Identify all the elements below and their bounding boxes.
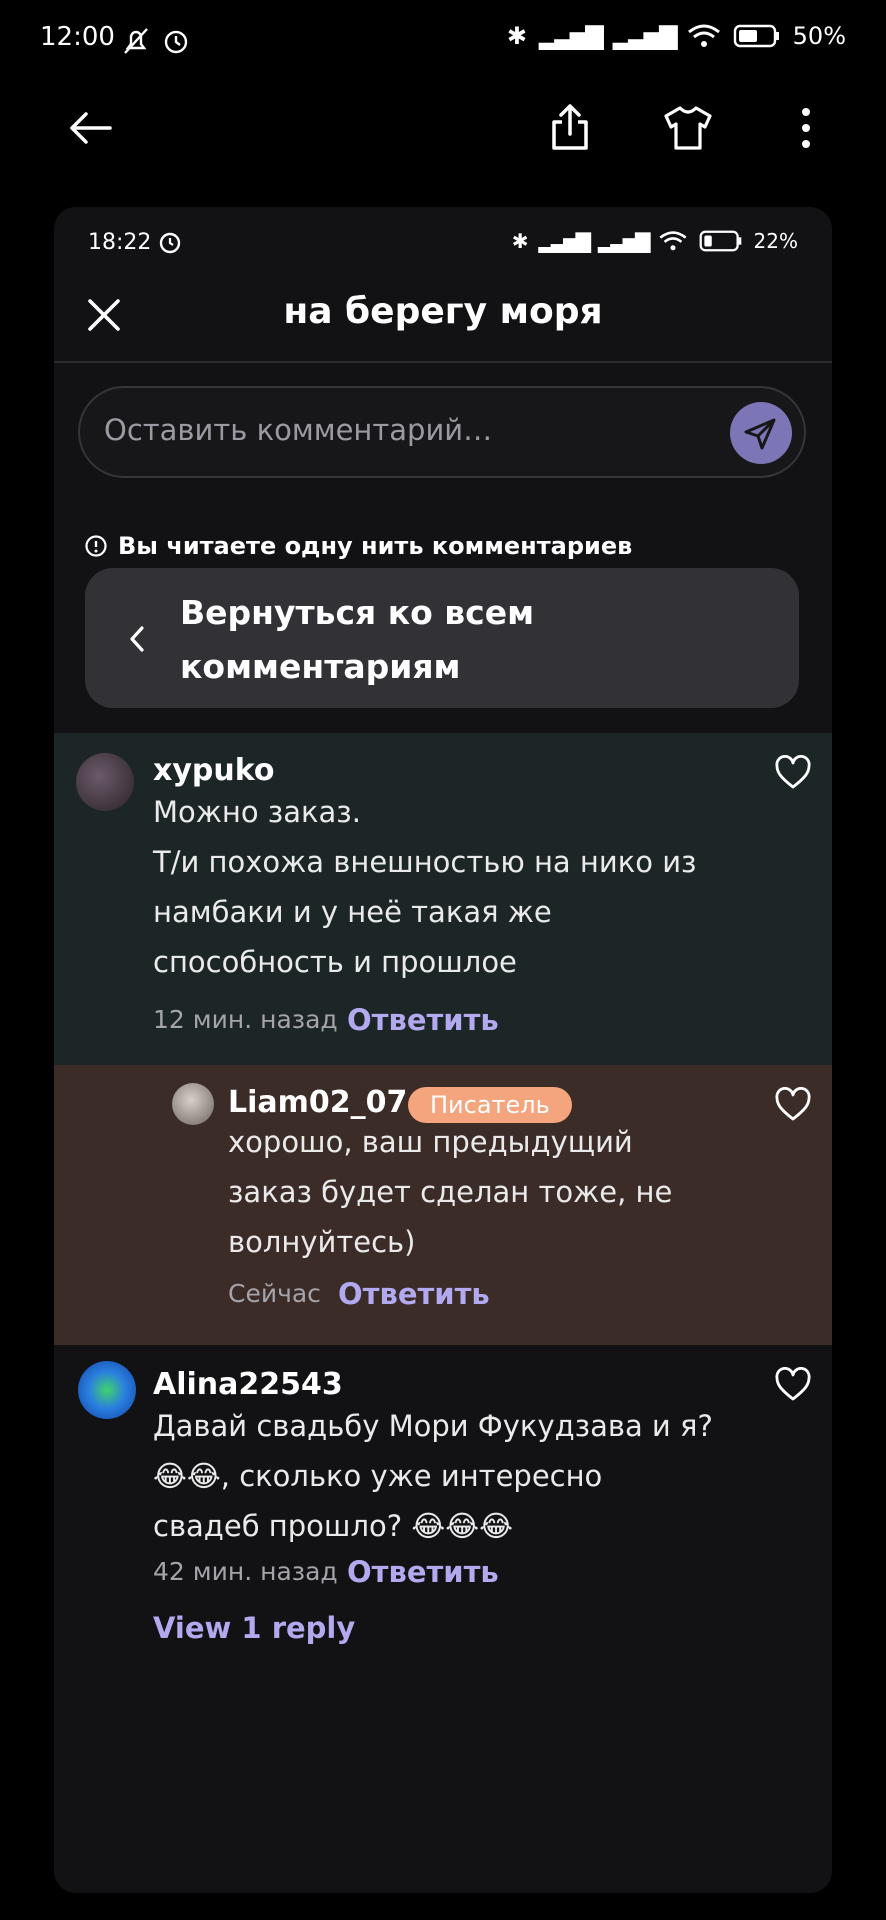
- share-icon[interactable]: [542, 100, 598, 156]
- back-arrow-icon[interactable]: [62, 100, 118, 156]
- status-right: ✱ ▂▃▅▇ ▂▃▅▇ 50%: [507, 22, 846, 50]
- reply-item: Liam02_07 Писатель хорошо, ваш предыдущи…: [54, 1065, 832, 1345]
- avatar[interactable]: [172, 1083, 214, 1125]
- thread-note-text: Вы читаете одну нить комментариев: [118, 532, 633, 560]
- reply-button[interactable]: Ответить: [347, 1003, 499, 1037]
- back-to-all-label: Вернуться ко всем комментариям: [180, 593, 535, 686]
- sheet-title: на берегу моря: [283, 291, 603, 332]
- heart-icon[interactable]: [774, 755, 812, 791]
- signal-2-icon: ▂▃▅▇: [612, 22, 678, 50]
- alarm-icon: [164, 30, 188, 54]
- comment-username[interactable]: xypuko: [153, 753, 275, 788]
- comment-username[interactable]: Alina22543: [153, 1367, 343, 1402]
- back-to-all-button[interactable]: Вернуться ко всем комментариям: [85, 568, 799, 708]
- inner-status-right: ✱ ▂▃▅▇ ▂▃▅▇ 22%: [512, 229, 798, 253]
- info-icon: [85, 535, 107, 557]
- more-menu-icon[interactable]: [778, 100, 834, 156]
- inner-time-text: 18:22: [88, 229, 152, 255]
- send-icon: [744, 418, 776, 450]
- status-left-icons: [120, 26, 192, 56]
- reply-button[interactable]: Ответить: [347, 1555, 499, 1589]
- comment-text: хорошо, ваш предыдущий заказ будет сдела…: [228, 1125, 673, 1259]
- comment-text: Давай свадьбу Мори Фукудзава и я? 😂😂, ск…: [153, 1409, 713, 1543]
- inner-bluetooth-icon: ✱: [511, 229, 529, 253]
- comment-text: Можно заказ. Т/и похожа внешностью на ни…: [153, 795, 697, 979]
- shirt-icon[interactable]: [660, 100, 716, 156]
- comment-time: 42 мин. назад: [153, 1557, 338, 1586]
- mute-bell-icon: [124, 28, 148, 54]
- chevron-left-icon: [130, 626, 144, 652]
- heart-icon[interactable]: [774, 1087, 812, 1123]
- signal-icon: ▂▃▅▇: [539, 22, 604, 50]
- comment-input[interactable]: Оставить комментарий…: [78, 386, 806, 478]
- thread-note: Вы читаете одну нить комментариев: [84, 532, 632, 560]
- battery-icon: [733, 24, 779, 48]
- inner-battery-level: 22%: [753, 229, 798, 253]
- comment-time: 12 мин. назад: [153, 1005, 338, 1034]
- inner-signal-2-icon: ▂▃▅▇: [598, 229, 651, 253]
- comment-item: Alina22543 Давай свадьбу Мори Фукудзава …: [54, 1345, 832, 1893]
- send-button[interactable]: [730, 402, 792, 464]
- inner-wifi-icon: [659, 231, 687, 251]
- comment-time: Сейчас: [228, 1279, 321, 1308]
- wifi-icon: [687, 24, 720, 47]
- battery-level: 50%: [792, 22, 846, 50]
- comment-username[interactable]: Liam02_07: [228, 1085, 407, 1120]
- inner-battery-icon: [699, 230, 741, 252]
- reply-button[interactable]: Ответить: [338, 1277, 490, 1311]
- comment-placeholder: Оставить комментарий…: [104, 413, 493, 447]
- divider: [54, 361, 832, 363]
- avatar[interactable]: [76, 753, 134, 811]
- inner-signal-icon: ▂▃▅▇: [538, 229, 591, 253]
- inner-status-time: 18:22: [88, 229, 183, 255]
- comments-sheet: 18:22 ✱ ▂▃▅▇ ▂▃▅▇ 22% на берегу моря Ост…: [54, 207, 832, 1893]
- comment-item: xypuko Можно заказ. Т/и похожа внешность…: [54, 733, 832, 1065]
- inner-alarm-icon: [160, 232, 181, 254]
- view-replies-link[interactable]: View 1 reply: [153, 1611, 355, 1645]
- status-time: 12:00: [40, 22, 115, 52]
- bluetooth-icon: ✱: [506, 22, 527, 50]
- avatar[interactable]: [78, 1361, 136, 1419]
- heart-icon[interactable]: [774, 1367, 812, 1403]
